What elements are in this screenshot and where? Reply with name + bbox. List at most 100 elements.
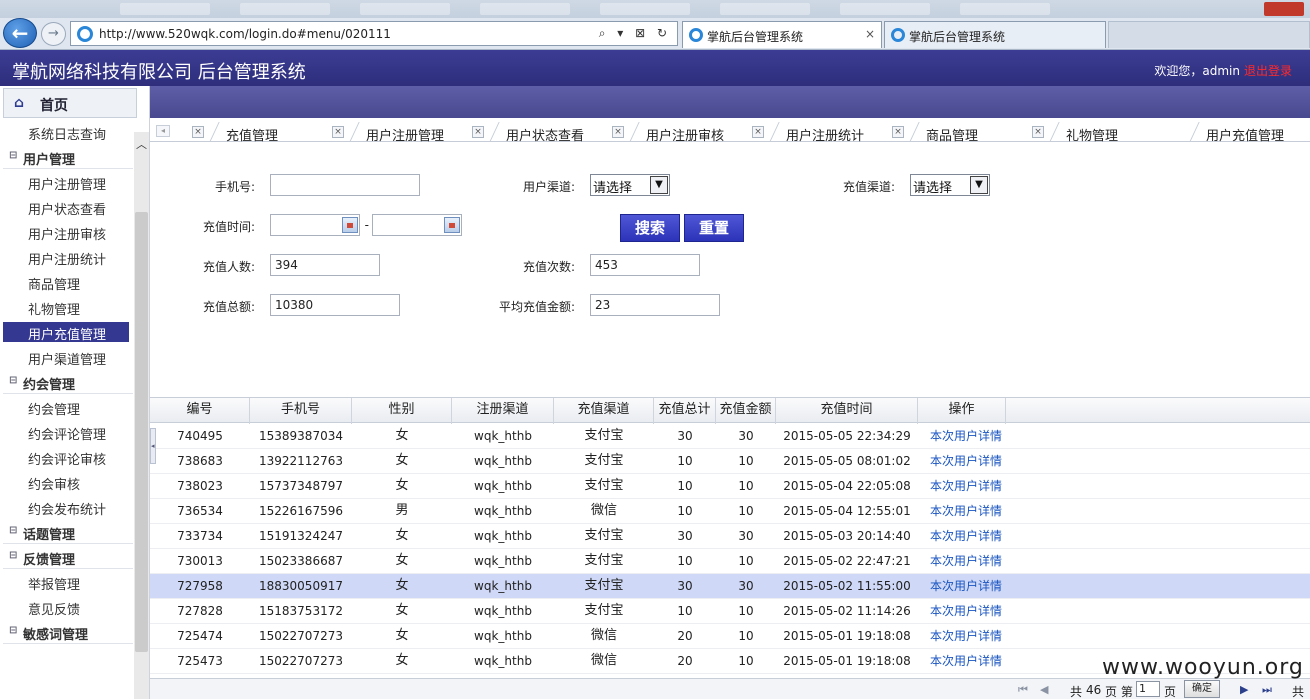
user-detail-link[interactable]: 本次用户详情 (918, 549, 1078, 574)
module-tab[interactable]: 用户充值管理 (1170, 122, 1310, 144)
pager-go-button[interactable]: 确定 (1184, 680, 1220, 698)
start-date-input[interactable] (270, 214, 360, 236)
end-date-input[interactable] (372, 214, 462, 236)
sidebar-scroll-thumb[interactable] (135, 212, 148, 652)
tabs-scroll-left-icon[interactable]: ◂ (156, 125, 170, 137)
background-tab[interactable] (120, 3, 210, 15)
close-icon[interactable]: × (1032, 126, 1044, 138)
sidebar-item[interactable]: 用户渠道管理 (3, 347, 129, 368)
new-tab-button[interactable] (1108, 21, 1310, 48)
window-close-button[interactable] (1264, 2, 1304, 16)
module-tab[interactable]: × 礼物管理 (1030, 122, 1170, 144)
module-tab[interactable]: × 用户注册管理 (330, 122, 470, 144)
collapse-icon[interactable]: ⊟ (9, 550, 17, 561)
first-page-icon[interactable]: ⏮ (1018, 683, 1028, 697)
sidebar-item[interactable]: 用户注册统计 (3, 247, 129, 268)
sidebar-group[interactable]: ⊟ 约会管理 (3, 372, 133, 394)
collapse-icon[interactable]: ⊟ (9, 375, 17, 386)
module-tab[interactable]: × 充值管理 (190, 122, 330, 144)
sidebar-item[interactable]: 约会评论管理 (3, 422, 129, 443)
collapse-icon[interactable]: ⊟ (9, 525, 17, 536)
column-header[interactable]: 编号 (150, 398, 250, 424)
column-header[interactable]: 操作 (918, 398, 1006, 424)
sidebar-group[interactable]: ⊟ 敏感词管理 (3, 622, 133, 644)
recharge-channel-select[interactable]: 请选择 ▼ (910, 174, 990, 196)
user-detail-link[interactable]: 本次用户详情 (918, 599, 1078, 624)
last-page-icon[interactable]: ⏭ (1262, 683, 1272, 697)
user-detail-link[interactable]: 本次用户详情 (918, 474, 1078, 499)
sidebar-item[interactable]: 用户注册审核 (3, 222, 129, 243)
table-row[interactable]: 740495 15389387034 女 wqk_hthb 支付宝 30 30 2015-05… (150, 424, 1310, 449)
sidebar-item[interactable]: 约会评论审核 (3, 447, 129, 468)
sidebar-item[interactable]: 系统日志查询 (3, 122, 129, 143)
recharge-people-field[interactable]: 394 (270, 254, 380, 276)
forward-button[interactable]: → (41, 22, 66, 46)
reset-button[interactable]: 重置 (684, 214, 744, 242)
collapse-icon[interactable]: ⊟ (9, 625, 17, 636)
sidebar-group[interactable]: ⊟ 用户管理 (3, 147, 133, 169)
sidebar-item[interactable]: 用户状态查看 (3, 197, 129, 218)
user-detail-link[interactable]: 本次用户详情 (918, 574, 1078, 599)
user-detail-link[interactable]: 本次用户详情 (918, 424, 1078, 449)
sidebar-item[interactable]: 约会管理 (3, 397, 129, 418)
address-bar[interactable]: http://www.520wqk.com/login.do#menu/0201… (70, 21, 678, 46)
background-tab[interactable] (480, 3, 570, 15)
next-page-icon[interactable]: ▶ (1240, 683, 1248, 696)
user-detail-link[interactable]: 本次用户详情 (918, 499, 1078, 524)
calendar-icon[interactable] (342, 217, 358, 233)
sidebar-item[interactable]: 礼物管理 (3, 297, 129, 318)
table-row[interactable]: 733734 15191324247 女 wqk_hthb 支付宝 30 30 2015-05… (150, 524, 1310, 549)
column-header[interactable]: 充值时间 (776, 398, 918, 424)
sidebar-item[interactable]: 约会审核 (3, 472, 129, 493)
column-header[interactable]: 手机号 (250, 398, 352, 424)
background-tab[interactable] (600, 3, 690, 15)
close-icon[interactable]: × (612, 126, 624, 138)
table-row[interactable]: 736534 15226167596 男 wqk_hthb 微信 10 10 2015-05-… (150, 499, 1310, 524)
sidebar-item[interactable]: 举报管理 (3, 572, 129, 593)
prev-page-icon[interactable]: ◀ (1040, 683, 1048, 696)
module-tab[interactable]: × 用户注册审核 (610, 122, 750, 144)
user-detail-link[interactable]: 本次用户详情 (918, 649, 1078, 674)
sidebar-home[interactable]: ⌂ 首页 (3, 88, 137, 118)
sidebar-group[interactable]: ⊟ 话题管理 (3, 522, 133, 544)
user-detail-link[interactable]: 本次用户详情 (918, 524, 1078, 549)
panel-collapse-handle[interactable]: ◂ (150, 428, 156, 464)
user-channel-select[interactable]: 请选择 ▼ (590, 174, 670, 196)
table-row[interactable]: 738023 15737348797 女 wqk_hthb 支付宝 10 10 2015-05… (150, 474, 1310, 499)
background-tab[interactable] (840, 3, 930, 15)
user-detail-link[interactable]: 本次用户详情 (918, 624, 1078, 649)
address-url[interactable]: http://www.520wqk.com/login.do#menu/0201… (99, 27, 391, 41)
module-tab[interactable]: × 用户状态查看 (470, 122, 610, 144)
background-tab[interactable] (360, 3, 450, 15)
sidebar-scrollbar[interactable]: ︿ (134, 132, 149, 699)
background-tab[interactable] (240, 3, 330, 15)
scroll-up-icon[interactable]: ︿ (136, 136, 147, 152)
background-tab[interactable] (960, 3, 1050, 15)
collapse-icon[interactable]: ⊟ (9, 150, 17, 161)
close-icon[interactable]: × (472, 126, 484, 138)
table-row[interactable]: 730013 15023386687 女 wqk_hthb 支付宝 10 10 2015-05… (150, 549, 1310, 574)
sidebar-group[interactable]: ⊟ 反馈管理 (3, 547, 133, 569)
column-header[interactable]: 注册渠道 (452, 398, 554, 424)
logout-link[interactable]: 退出登录 (1244, 64, 1292, 78)
column-header[interactable]: 充值渠道 (554, 398, 654, 424)
sidebar-item[interactable]: 意见反馈 (3, 597, 129, 618)
phone-input[interactable] (270, 174, 420, 196)
address-tools-icons[interactable]: ⌕ ▾ ⊠ ↻ (599, 26, 671, 41)
sidebar-item[interactable]: 商品管理 (3, 272, 129, 293)
sidebar-item[interactable]: 用户充值管理 (3, 322, 129, 343)
close-icon[interactable]: × (892, 126, 904, 138)
search-button[interactable]: 搜索 (620, 214, 680, 242)
tab-close-icon[interactable]: × (865, 27, 875, 41)
chevron-down-icon[interactable]: ▼ (650, 176, 668, 194)
sidebar-item[interactable]: 约会发布统计 (3, 497, 129, 518)
sidebar-item[interactable]: 用户注册管理 (3, 172, 129, 193)
page-number-input[interactable]: 1 (1136, 681, 1160, 697)
table-row[interactable]: 738683 13922112763 女 wqk_hthb 支付宝 10 10 2015-05… (150, 449, 1310, 474)
table-row[interactable]: 727828 15183753172 女 wqk_hthb 支付宝 10 10 2015-05… (150, 599, 1310, 624)
column-header[interactable]: 充值总计 (654, 398, 716, 424)
calendar-icon[interactable] (444, 217, 460, 233)
back-button[interactable]: ← (3, 18, 37, 48)
column-header[interactable]: 性别 (352, 398, 452, 424)
table-row[interactable]: 725474 15022707273 女 wqk_hthb 微信 20 10 2015-05-… (150, 624, 1310, 649)
